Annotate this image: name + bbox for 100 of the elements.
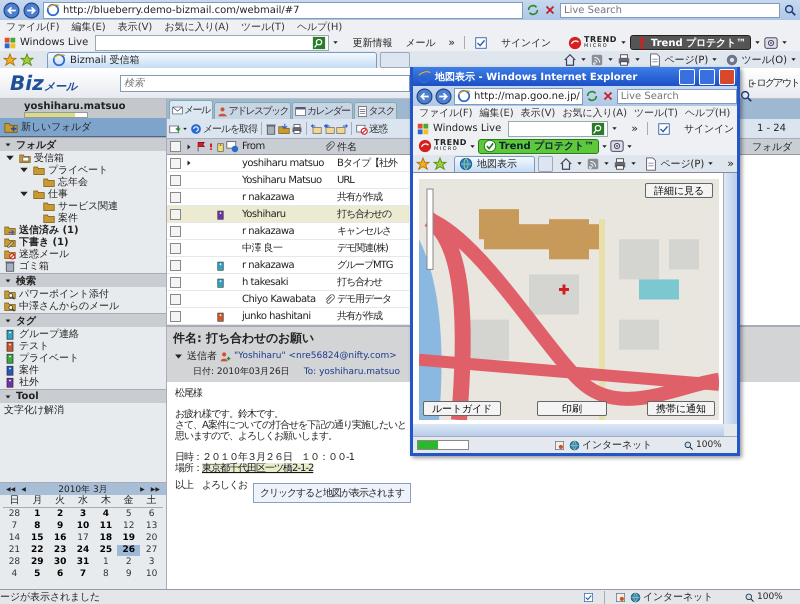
checkbox[interactable] bbox=[170, 294, 181, 304]
checkbox[interactable] bbox=[170, 260, 181, 270]
calendar-day[interactable]: 11 bbox=[94, 521, 118, 532]
menu-item[interactable]: 表示(V) bbox=[520, 106, 556, 120]
maximize-button[interactable] bbox=[699, 68, 715, 84]
home-icon[interactable] bbox=[563, 52, 578, 66]
calendar-day[interactable]: 1 bbox=[26, 509, 49, 520]
checkbox-icon[interactable] bbox=[474, 36, 488, 50]
tab[interactable]: メール bbox=[169, 100, 212, 119]
menu-item[interactable]: 編集(E) bbox=[72, 20, 106, 34]
menu-item[interactable]: ファイル(F) bbox=[419, 106, 473, 120]
folder-item[interactable]: 中澤さんからのメール bbox=[0, 300, 166, 312]
app-logo[interactable]: Bizメール bbox=[10, 71, 120, 95]
folder-item[interactable]: 迷惑メール bbox=[0, 248, 166, 260]
compose-icon[interactable] bbox=[169, 122, 181, 134]
folder-item[interactable]: 仕事 bbox=[0, 188, 166, 200]
caret-icon[interactable] bbox=[576, 160, 584, 167]
folder-item[interactable]: 送信済み (1) bbox=[0, 224, 166, 236]
search-field[interactable]: 検索 bbox=[120, 74, 410, 92]
caret-icon[interactable] bbox=[707, 160, 714, 167]
sender-address[interactable]: "Yoshiharu" <nre56824@nifty.com> bbox=[234, 351, 397, 361]
tab[interactable]: アドレスブック bbox=[214, 102, 291, 119]
checkbox[interactable] bbox=[170, 310, 181, 322]
calendar-day[interactable]: 26 bbox=[117, 545, 140, 556]
calendar-day[interactable]: 27 bbox=[140, 545, 163, 556]
search-field[interactable]: Live Search bbox=[616, 88, 737, 104]
mail-row[interactable]: Yoshiharu 打ち合わせの bbox=[167, 206, 409, 223]
stop-icon[interactable] bbox=[543, 3, 557, 17]
priority-icon[interactable] bbox=[207, 141, 215, 152]
address-field[interactable]: http://blueberry.demo-bizmail.com/webmail/#7 bbox=[43, 2, 523, 18]
section-header[interactable]: フォルダ bbox=[0, 137, 166, 151]
column-header[interactable]: From bbox=[239, 141, 324, 152]
browser-tab[interactable]: Bizmail 受信箱 bbox=[47, 52, 377, 68]
calendar-day[interactable]: 9 bbox=[48, 521, 72, 532]
search-field[interactable]: Live Search bbox=[560, 2, 780, 18]
zoom-button[interactable]: 100% bbox=[683, 440, 733, 450]
chevron-button[interactable]: » bbox=[631, 122, 638, 135]
protect-button[interactable]: Trend プロテクト™ bbox=[478, 138, 600, 154]
select-all-checkbox[interactable] bbox=[170, 141, 181, 152]
search-icon[interactable] bbox=[783, 3, 797, 17]
caret-icon[interactable] bbox=[790, 56, 797, 63]
caret-icon[interactable] bbox=[626, 142, 634, 150]
calendar-day[interactable]: 24 bbox=[72, 545, 94, 556]
add-contact-icon[interactable] bbox=[220, 350, 231, 362]
favorites-icon[interactable] bbox=[3, 52, 17, 66]
search-field[interactable] bbox=[95, 34, 330, 50]
column-header[interactable]: 件名 bbox=[337, 140, 357, 154]
caret-icon[interactable] bbox=[182, 126, 188, 132]
checkbox[interactable] bbox=[170, 226, 181, 236]
calendar-day[interactable]: 28 bbox=[3, 509, 26, 520]
chevron-button[interactable]: » bbox=[448, 36, 455, 49]
get-mail-button[interactable]: メールを取得 bbox=[189, 122, 258, 136]
address-field[interactable]: http://map.goo.ne.jp/ bbox=[454, 88, 583, 104]
calendar-day[interactable]: 4 bbox=[3, 569, 26, 580]
menu-item[interactable]: お気に入り(A) bbox=[164, 20, 229, 34]
search-icon[interactable] bbox=[738, 89, 753, 103]
radio-icon[interactable] bbox=[764, 36, 778, 50]
calendar-day[interactable]: 19 bbox=[117, 533, 140, 544]
menu-item[interactable]: ヘルプ(H) bbox=[296, 20, 342, 34]
caret-icon[interactable] bbox=[620, 39, 627, 46]
checkbox[interactable] bbox=[170, 192, 181, 202]
calendar-day[interactable]: 28 bbox=[3, 557, 26, 568]
menu-item[interactable]: お気に入り(A) bbox=[562, 106, 627, 120]
reply-all-icon[interactable] bbox=[323, 122, 335, 134]
tab[interactable]: カレンダー bbox=[292, 102, 352, 119]
caret-icon[interactable] bbox=[332, 39, 340, 46]
folder-item[interactable]: ゴミ箱 bbox=[0, 260, 166, 272]
calendar-day[interactable]: 23 bbox=[48, 545, 72, 556]
refresh-icon[interactable] bbox=[526, 3, 540, 17]
caret-icon[interactable] bbox=[781, 39, 788, 46]
signin-link[interactable]: サインイン bbox=[684, 122, 734, 136]
map-drawing[interactable] bbox=[419, 179, 719, 420]
column-header[interactable]: フォルダ bbox=[752, 140, 792, 154]
calendar-day[interactable]: 3 bbox=[72, 509, 94, 520]
calendar-day[interactable]: 6 bbox=[140, 509, 163, 520]
mail-row[interactable]: 中澤 良一 デモ関連(株) bbox=[167, 240, 409, 257]
menu-item[interactable]: ファイル(F) bbox=[6, 20, 60, 34]
mail-row[interactable]: yoshiharu matsuo Bタイプ【社外 bbox=[167, 155, 409, 172]
calendar-day[interactable]: 5 bbox=[26, 569, 49, 580]
command-button[interactable]: ページ(P) bbox=[644, 156, 704, 170]
caret-icon[interactable] bbox=[468, 142, 476, 150]
calendar-day[interactable]: 29 bbox=[26, 557, 49, 568]
mail-row[interactable]: Chiyo Kawabata デモ用データ bbox=[167, 291, 409, 308]
add-favorite-icon[interactable] bbox=[433, 156, 447, 170]
delete-icon[interactable] bbox=[265, 122, 277, 134]
calendar-day[interactable]: 6 bbox=[48, 569, 72, 580]
address-link[interactable]: 東京都千代田区一ツ橋2-1-2 bbox=[202, 463, 314, 474]
calendar-day[interactable]: 1 bbox=[94, 557, 118, 568]
print-icon[interactable] bbox=[617, 52, 632, 66]
mail-row[interactable]: Yoshiharu Matsuo URL bbox=[167, 172, 409, 189]
checkbox-icon[interactable] bbox=[657, 122, 671, 136]
radio-icon[interactable] bbox=[610, 139, 624, 153]
calendar-day[interactable]: 17 bbox=[72, 533, 94, 544]
spam-button[interactable]: 迷惑 bbox=[355, 122, 388, 136]
section-header[interactable]: タグ bbox=[0, 313, 166, 327]
calendar-day[interactable]: 8 bbox=[94, 569, 118, 580]
map-button[interactable]: ルートガイド bbox=[423, 401, 501, 416]
folder-item[interactable]: グループ連絡 bbox=[0, 328, 166, 340]
folder-item[interactable]: プライベート bbox=[0, 352, 166, 364]
calendar-day[interactable]: 20 bbox=[140, 533, 163, 544]
